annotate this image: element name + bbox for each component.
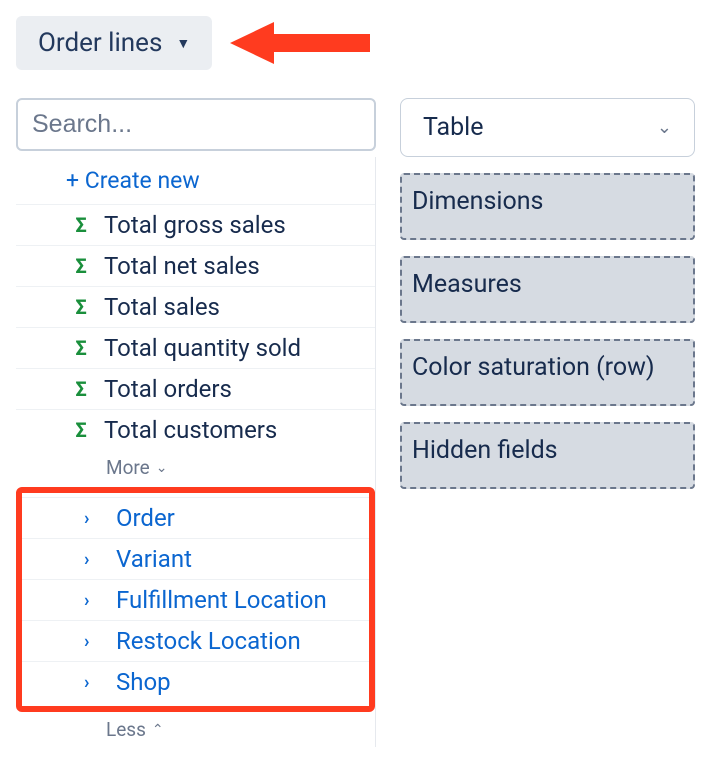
group-row[interactable]: › Fulfillment Location [22,579,369,620]
visualization-select[interactable]: Table ⌄ [400,98,695,157]
group-row[interactable]: › Shop [22,661,369,702]
group-row[interactable]: › Variant [22,538,369,579]
metric-label: Total net sales [104,252,260,280]
group-label: Order [116,504,175,532]
dropzone-label: Color saturation (row) [412,353,655,382]
less-label: Less [106,718,146,741]
field-panel: + Create new Σ Total gross sales Σ Total… [16,98,376,747]
metric-row[interactable]: Σ Total quantity sold [16,327,375,368]
more-toggle[interactable]: More ⌄ [16,450,375,485]
dropzone-label: Hidden fields [412,436,558,465]
sigma-icon: Σ [72,336,90,360]
metric-label: Total sales [104,293,220,321]
sigma-icon: Σ [72,418,90,442]
hidden-fields-dropzone[interactable]: Hidden fields [400,422,695,489]
group-label: Restock Location [116,627,301,655]
group-row[interactable]: › Restock Location [22,620,369,661]
metric-row[interactable]: Σ Total net sales [16,245,375,286]
sigma-icon: Σ [72,377,90,401]
metric-row[interactable]: Σ Total sales [16,286,375,327]
create-new-link[interactable]: + Create new [16,157,375,204]
visualization-label: Table [423,113,484,142]
metric-label: Total gross sales [104,211,286,239]
sigma-icon: Σ [72,254,90,278]
search-input[interactable] [16,98,376,151]
color-saturation-dropzone[interactable]: Color saturation (row) [400,339,695,406]
chevron-right-icon: › [84,631,102,652]
group-row[interactable]: › Order [22,497,369,538]
metric-row[interactable]: Σ Total gross sales [16,204,375,245]
group-label: Fulfillment Location [116,586,327,614]
chevron-right-icon: › [84,590,102,611]
dropzone-label: Dimensions [412,187,543,216]
field-list: + Create new Σ Total gross sales Σ Total… [16,157,376,747]
metric-row[interactable]: Σ Total customers [16,409,375,450]
metric-label: Total orders [104,375,232,403]
sigma-icon: Σ [72,213,90,237]
measures-dropzone[interactable]: Measures [400,256,695,323]
chevron-down-icon: ⌄ [156,460,168,476]
config-panel: Table ⌄ Dimensions Measures Color satura… [400,98,695,489]
more-label: More [106,456,150,479]
less-toggle[interactable]: Less ⌃ [16,712,375,747]
body-row: + Create new Σ Total gross sales Σ Total… [16,98,697,747]
callout-arrow-icon [230,18,370,68]
group-label: Variant [116,545,192,573]
dimensions-dropzone[interactable]: Dimensions [400,173,695,240]
sigma-icon: Σ [72,295,90,319]
chevron-right-icon: › [84,549,102,570]
metric-row[interactable]: Σ Total orders [16,368,375,409]
dropzone-label: Measures [412,270,522,299]
data-source-dropdown[interactable]: Order lines ▼ [16,16,212,70]
chevron-right-icon: › [84,672,102,693]
chevron-up-icon: ⌃ [152,722,164,738]
top-row: Order lines ▼ [16,16,697,70]
metric-label: Total quantity sold [104,334,301,362]
chevron-right-icon: › [84,508,102,529]
metric-label: Total customers [104,416,277,444]
chevron-down-icon: ⌄ [657,117,672,138]
data-source-label: Order lines [38,28,162,58]
related-groups-highlight: › Order › Variant › Fulfillment Location… [16,487,375,712]
group-label: Shop [116,668,171,696]
caret-down-icon: ▼ [176,35,190,52]
